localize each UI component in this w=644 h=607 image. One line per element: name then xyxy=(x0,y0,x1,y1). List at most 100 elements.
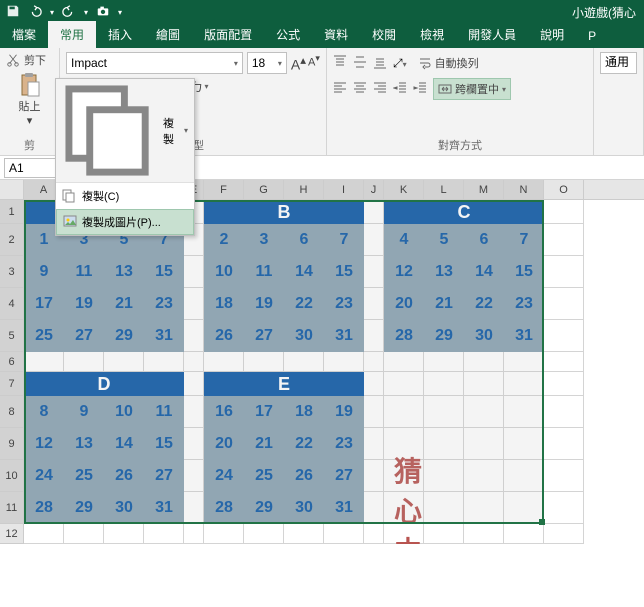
tab-help[interactable]: 說明 xyxy=(528,21,576,48)
card-number: 21 xyxy=(104,288,144,320)
card-number: 19 xyxy=(324,396,364,428)
column-header[interactable]: I xyxy=(324,180,364,199)
row-header[interactable]: 3 xyxy=(0,256,24,288)
quick-access-toolbar: ▾ ▾ ▾ xyxy=(6,4,122,21)
align-middle-icon[interactable] xyxy=(353,55,367,72)
card-number: 26 xyxy=(104,460,144,492)
align-bottom-icon[interactable] xyxy=(373,55,387,72)
select-all-corner[interactable] xyxy=(0,180,24,199)
row-header[interactable]: 12 xyxy=(0,524,24,544)
game-card: C4567121314152021222328293031 xyxy=(384,200,544,352)
column-header[interactable]: O xyxy=(544,180,584,199)
clipboard-group-label: 剪 xyxy=(6,135,53,153)
orientation-icon[interactable]: ⤢▾ xyxy=(393,56,407,71)
column-header[interactable]: H xyxy=(284,180,324,199)
row-header[interactable]: 9 xyxy=(0,428,24,460)
card-number: 13 xyxy=(424,256,464,288)
row-header[interactable]: 7 xyxy=(0,372,24,396)
copy-menu-item-copy[interactable]: 複製(C) xyxy=(56,183,194,209)
card-number: 31 xyxy=(324,320,364,352)
undo-dropdown-icon[interactable]: ▾ xyxy=(50,8,54,17)
card-number: 4 xyxy=(384,224,424,256)
card-number: 31 xyxy=(144,320,184,352)
copy-split-button[interactable]: 複製▾ xyxy=(56,79,194,183)
card-number: 15 xyxy=(324,256,364,288)
camera-icon[interactable] xyxy=(96,4,110,21)
card-number: 18 xyxy=(204,288,244,320)
merge-center-button[interactable]: 跨欄置中▾ xyxy=(433,78,511,100)
card-title: C xyxy=(384,200,544,224)
card-number: 23 xyxy=(324,288,364,320)
decrease-indent-icon[interactable] xyxy=(393,81,407,98)
card-number: 25 xyxy=(64,460,104,492)
card-number: 17 xyxy=(244,396,284,428)
cells-area[interactable]: A135791113151719212325272931B23671011141… xyxy=(24,200,584,544)
card-number: 29 xyxy=(64,492,104,524)
wrap-text-button[interactable]: 自動換列 xyxy=(413,52,484,74)
increase-indent-icon[interactable] xyxy=(413,81,427,98)
card-number: 20 xyxy=(204,428,244,460)
row-header[interactable]: 5 xyxy=(0,320,24,352)
tab-view[interactable]: 檢視 xyxy=(408,21,456,48)
card-number: 22 xyxy=(284,428,324,460)
card-number: 10 xyxy=(104,396,144,428)
qat-customize-icon[interactable]: ▾ xyxy=(118,8,122,17)
tab-home[interactable]: 常用 xyxy=(48,21,96,48)
card-number: 23 xyxy=(144,288,184,320)
column-header[interactable]: G xyxy=(244,180,284,199)
column-header[interactable]: J xyxy=(364,180,384,199)
row-header[interactable]: 6 xyxy=(0,352,24,372)
tab-insert[interactable]: 插入 xyxy=(96,21,144,48)
card-number: 12 xyxy=(384,256,424,288)
tab-layout[interactable]: 版面配置 xyxy=(192,21,264,48)
column-header[interactable]: N xyxy=(504,180,544,199)
align-left-icon[interactable] xyxy=(333,81,347,98)
card-number: 27 xyxy=(144,460,184,492)
column-header[interactable]: F xyxy=(204,180,244,199)
redo-icon[interactable] xyxy=(62,4,76,21)
column-header[interactable]: K xyxy=(384,180,424,199)
row-header[interactable]: 2 xyxy=(0,224,24,256)
formula-input[interactable]: A xyxy=(162,161,644,175)
paste-button[interactable]: 貼上 ▾ xyxy=(6,72,53,127)
row-header[interactable]: 4 xyxy=(0,288,24,320)
card-number: 23 xyxy=(504,288,544,320)
tab-review[interactable]: 校閱 xyxy=(360,21,408,48)
card-number: 22 xyxy=(464,288,504,320)
tab-data[interactable]: 資料 xyxy=(312,21,360,48)
redo-dropdown-icon[interactable]: ▾ xyxy=(84,8,88,17)
copy-menu-item-picture[interactable]: 複製成圖片(P)... xyxy=(56,209,194,235)
font-size-select[interactable]: 18▾ xyxy=(247,52,287,74)
align-right-icon[interactable] xyxy=(373,81,387,98)
card-number: 30 xyxy=(284,320,324,352)
increase-font-icon[interactable]: A▴ xyxy=(291,53,306,73)
decrease-font-icon[interactable]: A▾ xyxy=(308,53,320,73)
tab-more[interactable]: P xyxy=(576,24,608,48)
card-number: 5 xyxy=(424,224,464,256)
cut-button[interactable]: 剪下 xyxy=(6,52,53,68)
card-number: 11 xyxy=(64,256,104,288)
row-header[interactable]: 1 xyxy=(0,200,24,224)
save-icon[interactable] xyxy=(6,4,20,21)
card-number: 19 xyxy=(244,288,284,320)
row-header[interactable]: 10 xyxy=(0,460,24,492)
align-top-icon[interactable] xyxy=(333,55,347,72)
card-number: 15 xyxy=(144,256,184,288)
column-header[interactable]: M xyxy=(464,180,504,199)
font-name-select[interactable]: Impact▾ xyxy=(66,52,243,74)
row-header[interactable]: 11 xyxy=(0,492,24,524)
tab-developer[interactable]: 開發人員 xyxy=(456,21,528,48)
card-number: 30 xyxy=(104,492,144,524)
tab-formulas[interactable]: 公式 xyxy=(264,21,312,48)
number-format-select[interactable]: 通用 xyxy=(600,52,637,74)
align-center-icon[interactable] xyxy=(353,81,367,98)
card-number: 23 xyxy=(324,428,364,460)
undo-icon[interactable] xyxy=(28,4,42,21)
tab-file[interactable]: 檔案 xyxy=(0,21,48,48)
card-number: 28 xyxy=(204,492,244,524)
card-number: 25 xyxy=(244,460,284,492)
column-header[interactable]: L xyxy=(424,180,464,199)
tab-draw[interactable]: 繪圖 xyxy=(144,21,192,48)
row-header[interactable]: 8 xyxy=(0,396,24,428)
card-number: 15 xyxy=(504,256,544,288)
